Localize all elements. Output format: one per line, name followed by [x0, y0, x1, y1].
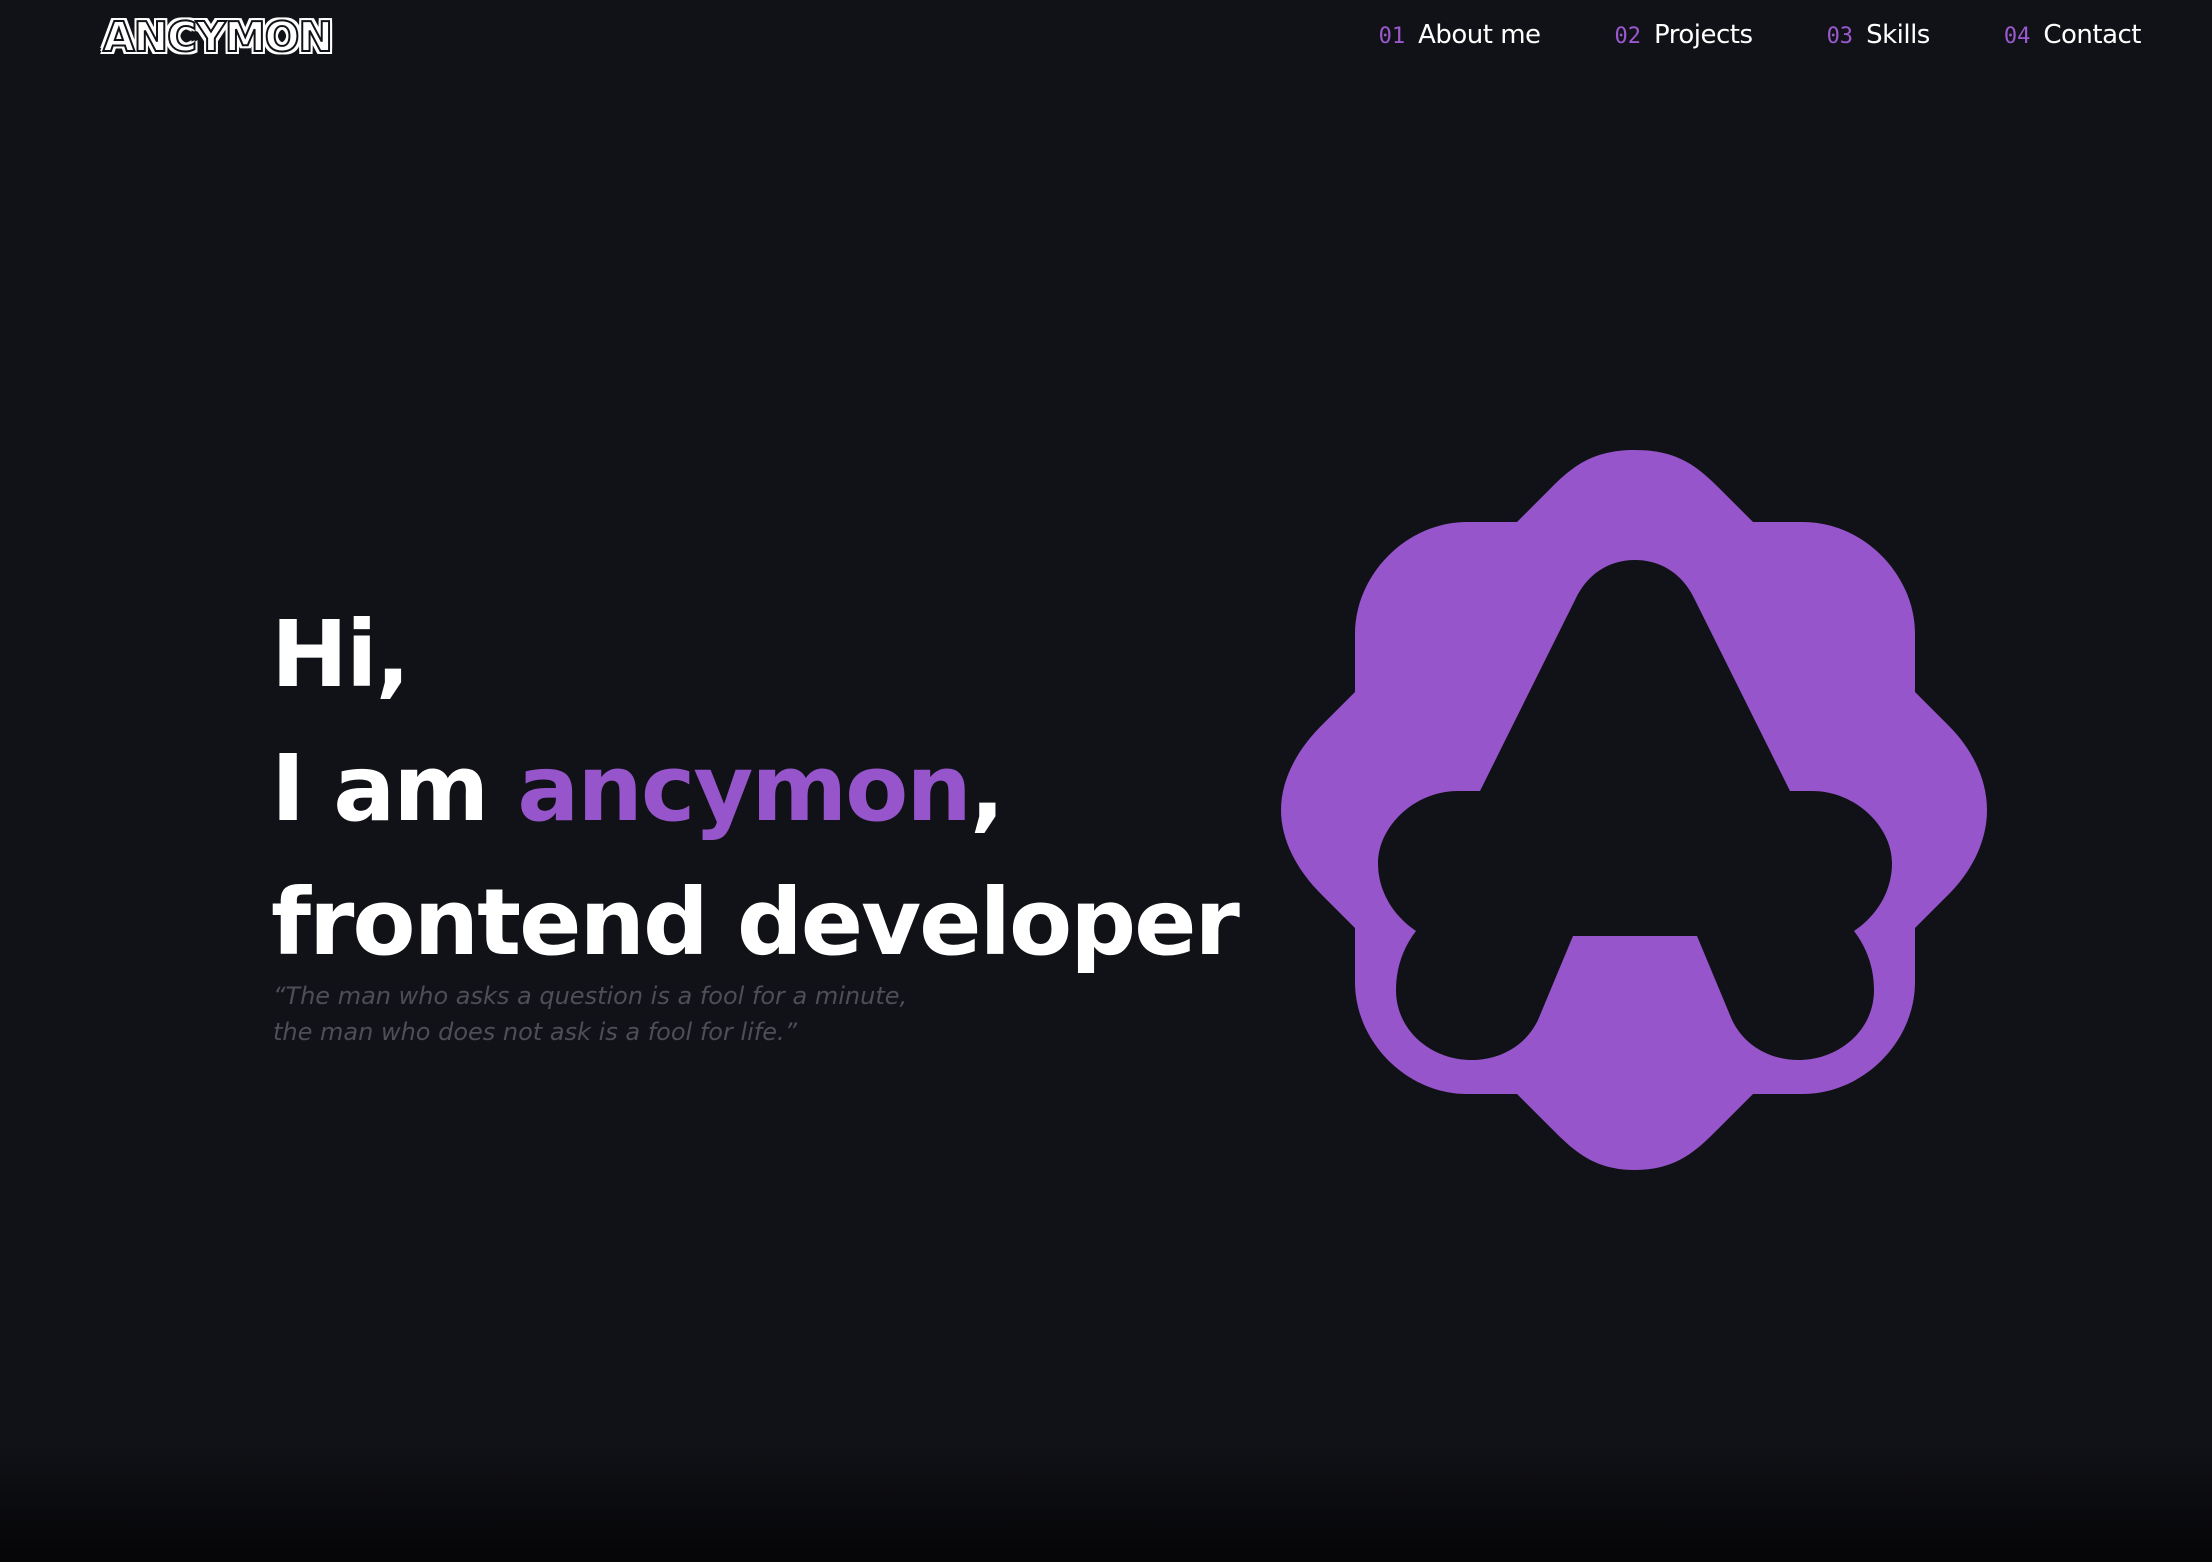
nav-item-label: Projects	[1654, 20, 1753, 50]
nav-item-label: About me	[1418, 20, 1541, 50]
quote-line: “The man who asks a question is a fool f…	[273, 982, 908, 1010]
hero-greeting: Hi,	[271, 601, 410, 708]
nav-item-contact[interactable]: 04 Contact	[2003, 20, 2142, 50]
nav-item-number: 04	[2003, 24, 2031, 49]
hero-intro-suffix: ,	[969, 735, 1005, 842]
site-header: ANCYMON 01 About me 02 Projects 03 Skill…	[0, 0, 2212, 74]
hero-intro-prefix: I am	[271, 735, 518, 842]
nav-item-skills[interactable]: 03 Skills	[1826, 20, 1931, 50]
hero-role: frontend developer	[271, 869, 1240, 976]
nav-item-label: Skills	[1866, 20, 1930, 50]
main-nav: 01 About me 02 Projects 03 Skills 04 Con…	[1379, 20, 2142, 50]
nav-item-number: 02	[1614, 24, 1642, 49]
hero-intro: I am ancymon,	[271, 722, 1238, 856]
bottom-fade	[0, 1442, 2212, 1562]
hero-name: ancymon	[517, 735, 972, 842]
hero-quote: “The man who asks a question is a fool f…	[273, 978, 973, 1050]
site-logo[interactable]: ANCYMON	[102, 12, 334, 62]
nav-item-number: 01	[1378, 24, 1406, 49]
nav-item-label: Contact	[2043, 20, 2141, 50]
nav-item-number: 03	[1826, 24, 1854, 49]
nav-item-projects[interactable]: 02 Projects	[1614, 20, 1754, 50]
nav-item-about[interactable]: 01 About me	[1379, 20, 1541, 50]
quote-line: the man who does not ask is a fool for l…	[273, 1018, 798, 1046]
hero-heading: Hi, I am ancymon, frontend developer	[271, 588, 1240, 990]
ancymon-logo-icon	[1281, 450, 1987, 1170]
